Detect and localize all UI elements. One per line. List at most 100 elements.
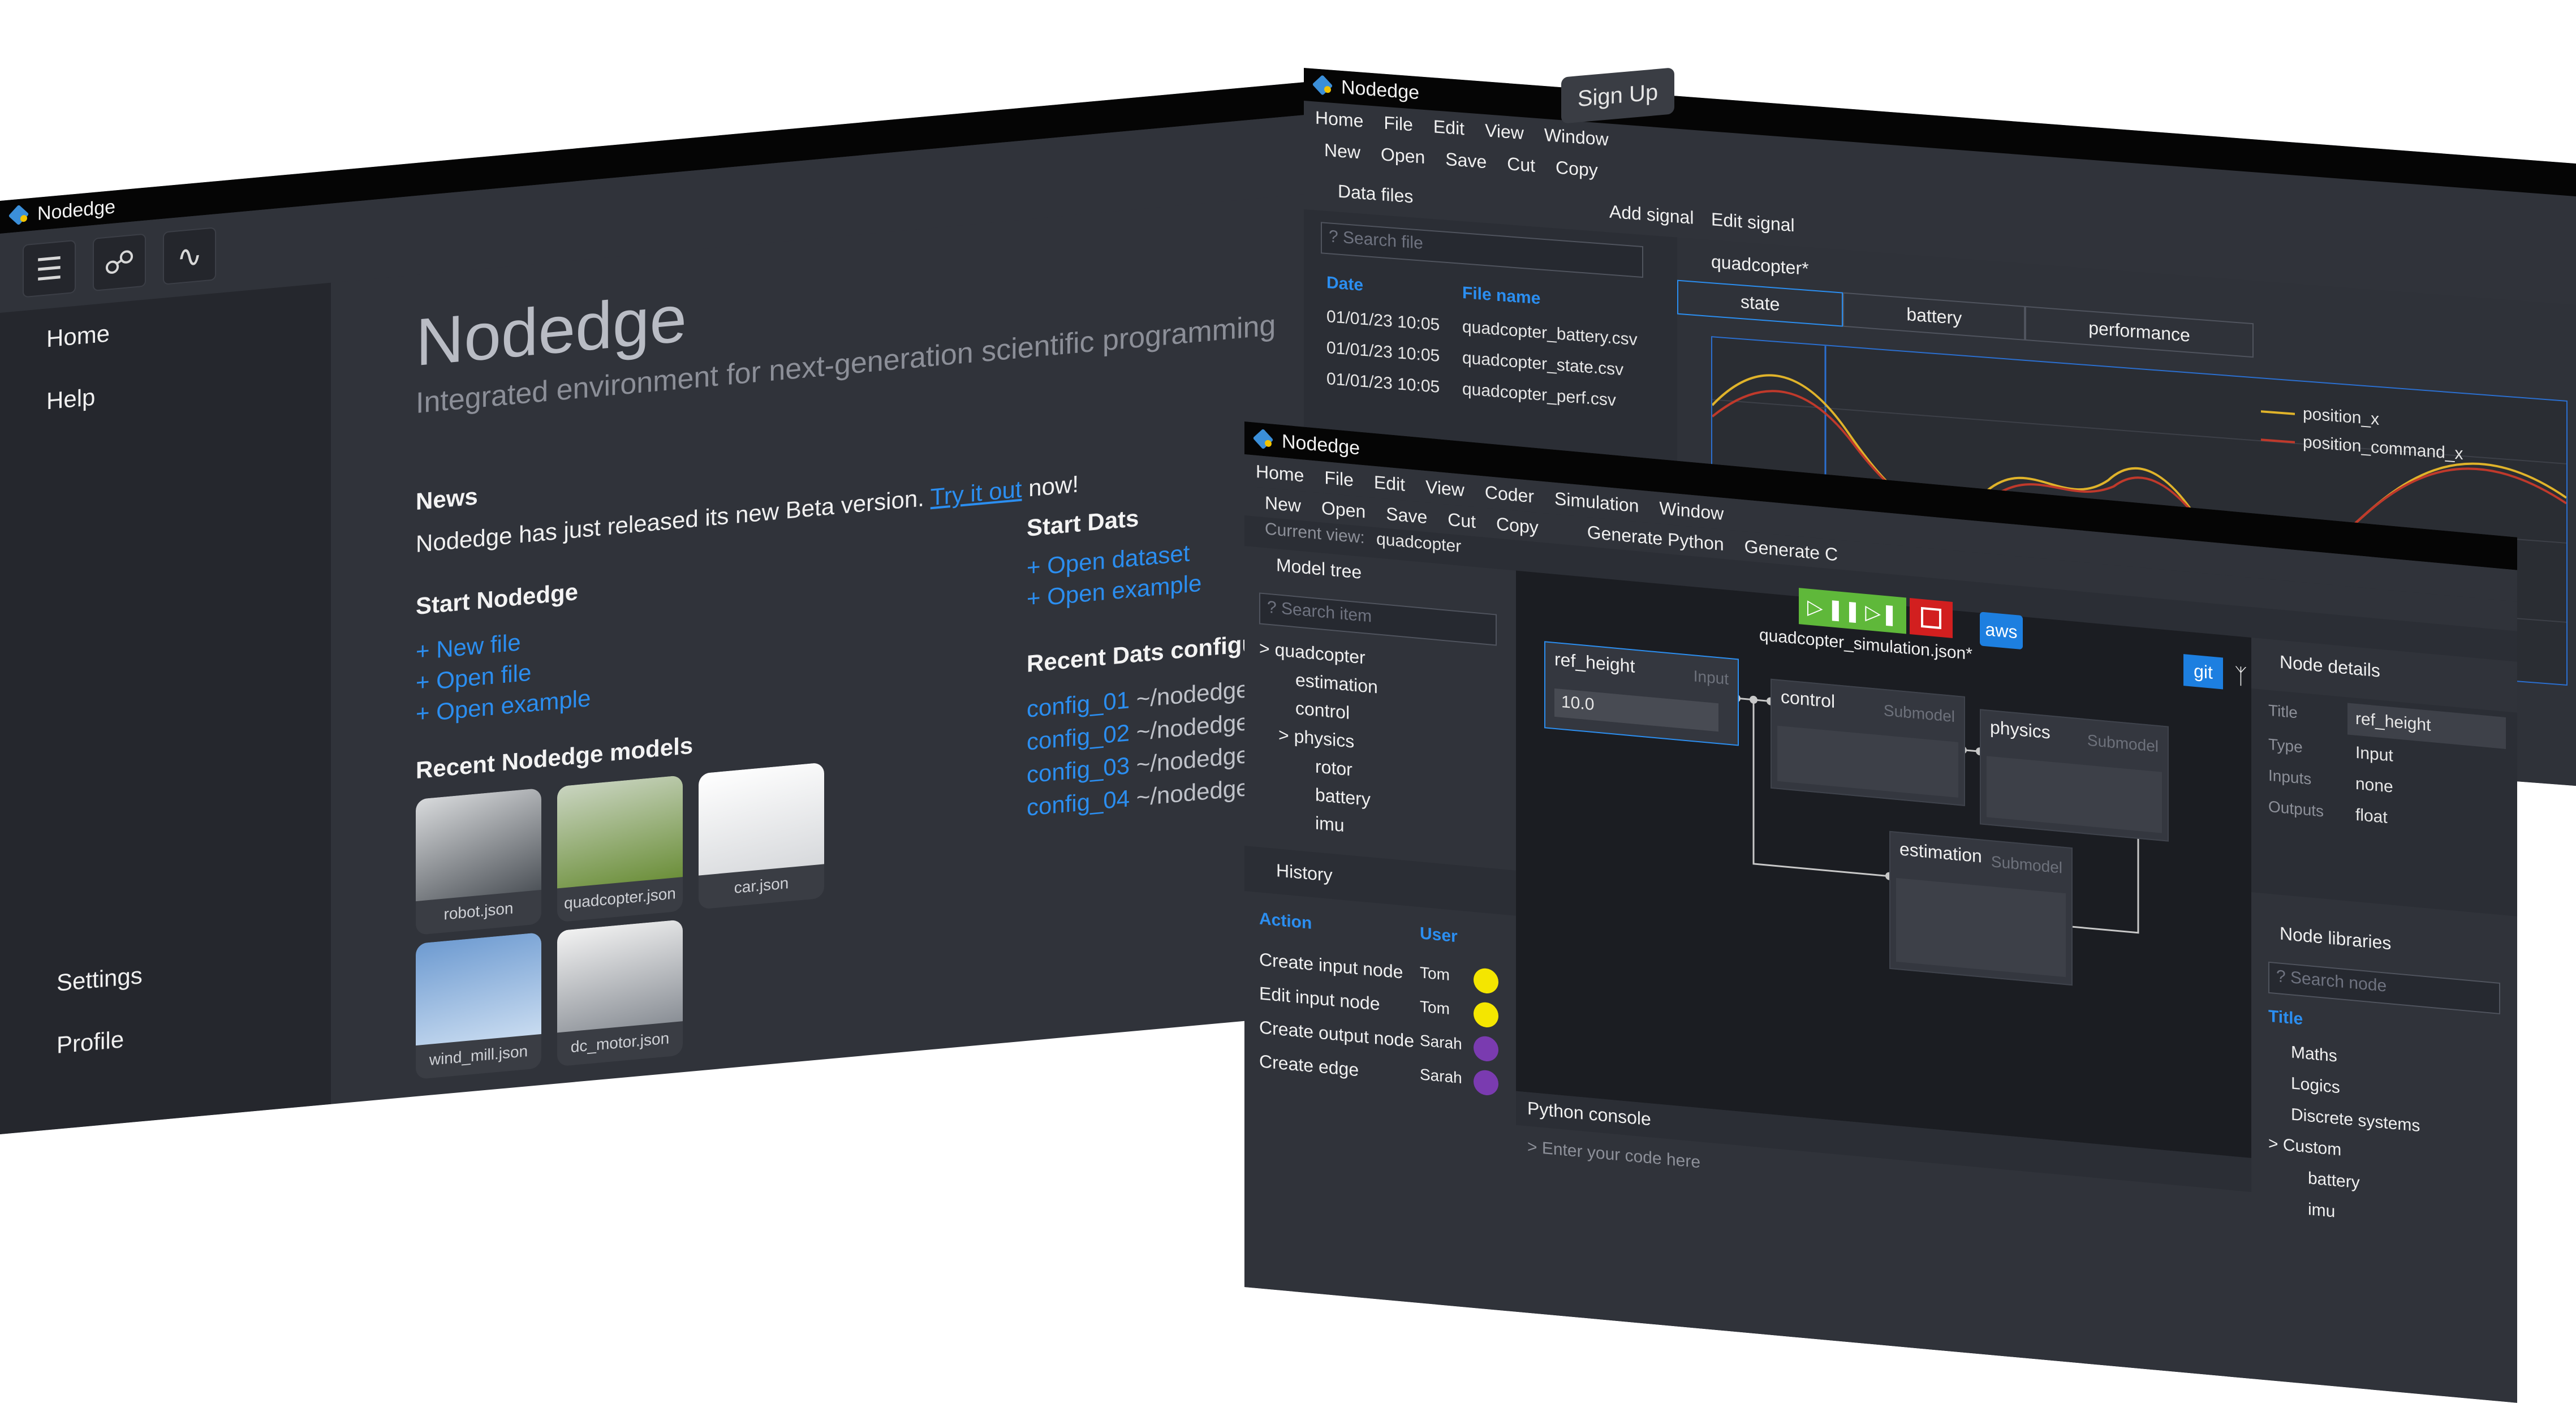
save-button[interactable]: Save [1445,148,1487,172]
chart-icon[interactable]: ∿ [163,227,216,285]
new-button[interactable]: New [1265,492,1301,517]
console-body[interactable]: > Enter your code here [1516,1125,2251,1379]
file-name[interactable]: quadcopter_state.csv [1462,348,1623,380]
search-item-placeholder: Search item [1281,599,1372,626]
config-name[interactable]: config_02 [1027,719,1130,755]
sidebar-item-profile[interactable]: Profile [57,1026,124,1059]
sign-up-button[interactable]: Sign Up [1561,67,1674,124]
history-user: Sarah [1420,1065,1462,1087]
menu-coder[interactable]: Coder [1485,481,1534,507]
model-card-quadcopter[interactable]: quadcopter.json [557,775,683,923]
detail-value: float [2355,805,2388,827]
menu-view[interactable]: View [1485,120,1524,144]
col-date-header: Date [1326,273,1364,295]
model-tree-panel: Model tree ? Search item > quadcopter es… [1244,546,1516,1312]
model-card-robot[interactable]: robot.json [416,787,541,936]
node-canvas[interactable]: ▷ ❚❚ ▷❚ aws quadcopter_simulation.json* … [1516,570,2281,1158]
generate-c-button[interactable]: Generate C [1744,536,1838,565]
nodedge-logo-icon [1313,75,1333,97]
search-file-input[interactable]: ? Search file [1321,222,1643,278]
menu-home[interactable]: Home [1256,461,1304,486]
file-name[interactable]: quadcopter_perf.csv [1462,380,1616,410]
menu-file[interactable]: File [1384,112,1413,135]
menu-home[interactable]: Home [1315,107,1363,131]
tab-performance[interactable]: performance [2025,305,2254,358]
menu-window[interactable]: Window [1544,124,1609,150]
node-ref-height[interactable]: ref_height Input 10.0 [1544,641,1739,746]
library-item-battery[interactable]: battery [2308,1169,2360,1193]
menu-file[interactable]: File [1324,467,1354,490]
node-details-panel: Node details Title ref_height Type Input… [2251,637,2517,1403]
sidebar-item-help[interactable]: Help [46,384,95,415]
library-item-logics[interactable]: Logics [2291,1074,2340,1098]
detail-key: Inputs [2268,766,2312,788]
hamburger-menu-icon[interactable]: ☰ [23,239,76,298]
cut-button[interactable]: Cut [1448,509,1476,532]
tree-label: control [1295,698,1350,723]
history-action[interactable]: Edit input node [1259,983,1380,1014]
library-item-custom[interactable]: > Custom [2268,1134,2341,1160]
config-name[interactable]: config_01 [1027,686,1130,722]
history-user: Tom [1420,963,1450,984]
workbook-tab[interactable]: quadcopter* [1711,251,1809,279]
open-button[interactable]: Open [1321,497,1365,522]
tree-item-estimation[interactable]: estimation [1295,669,1378,698]
search-node-input[interactable]: ? Search node [2268,961,2500,1015]
node-physics[interactable]: physics Submodel [1980,709,2169,842]
model-card-wind-mill[interactable]: wind_mill.json [416,932,541,1080]
try-it-out-link[interactable]: Try it out [931,476,1022,511]
history-action[interactable]: Create edge [1259,1051,1359,1081]
detail-title-input[interactable]: ref_height [2347,703,2506,749]
model-card-car[interactable]: car.json [699,762,824,910]
node-control[interactable]: control Submodel [1771,678,1965,806]
menu-window[interactable]: Window [1659,497,1724,524]
menu-edit[interactable]: Edit [1433,116,1464,139]
tree-item-control[interactable]: control [1295,698,1350,724]
file-name[interactable]: quadcopter_battery.csv [1462,317,1638,350]
library-item-discrete-systems[interactable]: Discrete systems [2291,1105,2420,1136]
history-action[interactable]: Create input node [1259,949,1403,983]
search-item-input[interactable]: ? Search item [1259,592,1497,646]
sidebar-item-home[interactable]: Home [46,320,110,352]
tree-item-imu[interactable]: imu [1315,812,1345,836]
tree-item-battery[interactable]: battery [1315,784,1371,810]
tree-item-rotor[interactable]: rotor [1315,756,1352,780]
expand-icon[interactable]: > [2268,1134,2278,1154]
console-input[interactable]: > Enter your code here [1527,1138,1700,1173]
tree-item-quadcopter[interactable]: > quadcopter [1259,638,1365,668]
submodel-preview [1777,725,1958,798]
node-kind: Submodel [2087,731,2159,756]
copy-button[interactable]: Copy [1556,157,1598,181]
edit-signal-button[interactable]: Edit signal [1711,209,1795,236]
sidebar-item-settings[interactable]: Settings [57,962,143,997]
news-text: Nodedge has just released its new Beta v… [416,470,1079,558]
node-editor-icon[interactable]: ☍ [93,233,146,292]
copy-button[interactable]: Copy [1496,513,1539,538]
add-signal-button[interactable]: Add signal [1609,201,1694,229]
new-button[interactable]: New [1324,139,1360,163]
history-action[interactable]: Create output node [1259,1017,1414,1052]
expand-icon[interactable]: > [1278,724,1289,746]
menu-simulation[interactable]: Simulation [1554,488,1639,517]
expand-icon[interactable]: > [1259,638,1270,659]
tab-state[interactable]: state [1677,279,1843,327]
tree-item-physics[interactable]: > physics [1278,724,1354,752]
ref-height-value-input[interactable]: 10.0 [1554,688,1718,732]
config-name[interactable]: config_03 [1027,752,1130,788]
cut-button[interactable]: Cut [1507,153,1535,177]
file-date: 01/01/23 10:05 [1326,338,1440,366]
tab-battery[interactable]: battery [1843,292,2026,341]
config-path: ~/nodedge [1136,774,1250,811]
config-name[interactable]: config_04 [1027,785,1130,821]
model-card-dc-motor[interactable]: dc_motor.json [557,919,683,1067]
new-file-link[interactable]: + New file [416,629,521,665]
menu-edit[interactable]: Edit [1374,471,1405,495]
node-estimation[interactable]: estimation Submodel [1889,830,2073,986]
save-button[interactable]: Save [1386,503,1427,528]
open-button[interactable]: Open [1381,144,1425,168]
open-file-link[interactable]: + Open file [416,659,531,697]
library-item-imu[interactable]: imu [2308,1200,2335,1221]
detail-key: Type [2268,735,2303,756]
menu-view[interactable]: View [1425,476,1464,501]
library-item-maths[interactable]: Maths [2291,1043,2337,1066]
